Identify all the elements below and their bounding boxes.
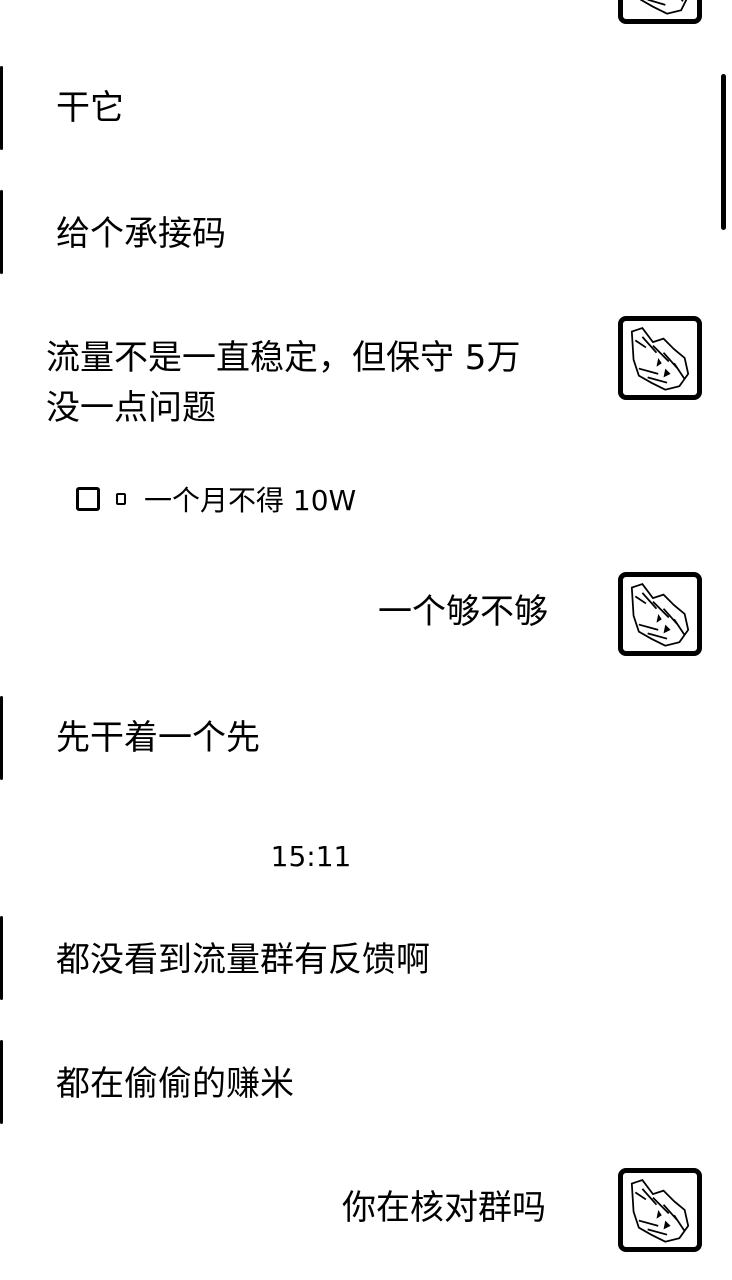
outgoing-message-line-1[interactable]: 流量不是一直稳定，但保守 5万 xyxy=(46,336,520,380)
incoming-bubble-edge xyxy=(0,696,3,780)
avatar[interactable] xyxy=(618,572,702,656)
incoming-message-text[interactable]: 都在偷偷的赚米 xyxy=(56,1062,294,1106)
wolf-sketch-avatar-icon xyxy=(630,327,690,391)
chat-screen: 干它 给个承接码 流量不是一直稳定，但保守 5万 没一点问题 一个月不得 10W… xyxy=(0,0,732,1280)
incoming-bubble-edge xyxy=(0,66,3,150)
incoming-message-text[interactable]: 给个承接码 xyxy=(56,212,226,256)
incoming-message-text[interactable]: 干它 xyxy=(56,86,124,130)
vertical-scrollbar[interactable] xyxy=(721,74,726,230)
incoming-bubble-edge xyxy=(0,190,3,274)
wolf-sketch-avatar-icon xyxy=(639,0,688,15)
outgoing-message-text[interactable]: 你在核对群吗 xyxy=(342,1186,546,1230)
avatar[interactable] xyxy=(618,1168,702,1252)
incoming-bubble-edge xyxy=(0,1040,3,1124)
wolf-sketch-avatar-icon xyxy=(630,1179,690,1243)
quoted-reply[interactable]: 一个月不得 10W xyxy=(76,482,357,517)
outgoing-message-line-2[interactable]: 没一点问题 xyxy=(46,386,216,430)
wolf-sketch-avatar-icon xyxy=(630,583,690,647)
small-document-icon xyxy=(116,493,126,505)
outgoing-message-text[interactable]: 一个够不够 xyxy=(378,590,548,634)
quoted-reply-text: 一个月不得 10W xyxy=(144,484,357,517)
incoming-bubble-edge xyxy=(0,916,3,1000)
incoming-message-text[interactable]: 先干着一个先 xyxy=(56,716,260,760)
chat-timestamp: 15:11 xyxy=(270,840,352,873)
checkbox-icon xyxy=(76,487,100,511)
avatar-top-partial[interactable] xyxy=(618,0,702,24)
incoming-message-text[interactable]: 都没看到流量群有反馈啊 xyxy=(56,938,430,982)
avatar[interactable] xyxy=(618,316,702,400)
